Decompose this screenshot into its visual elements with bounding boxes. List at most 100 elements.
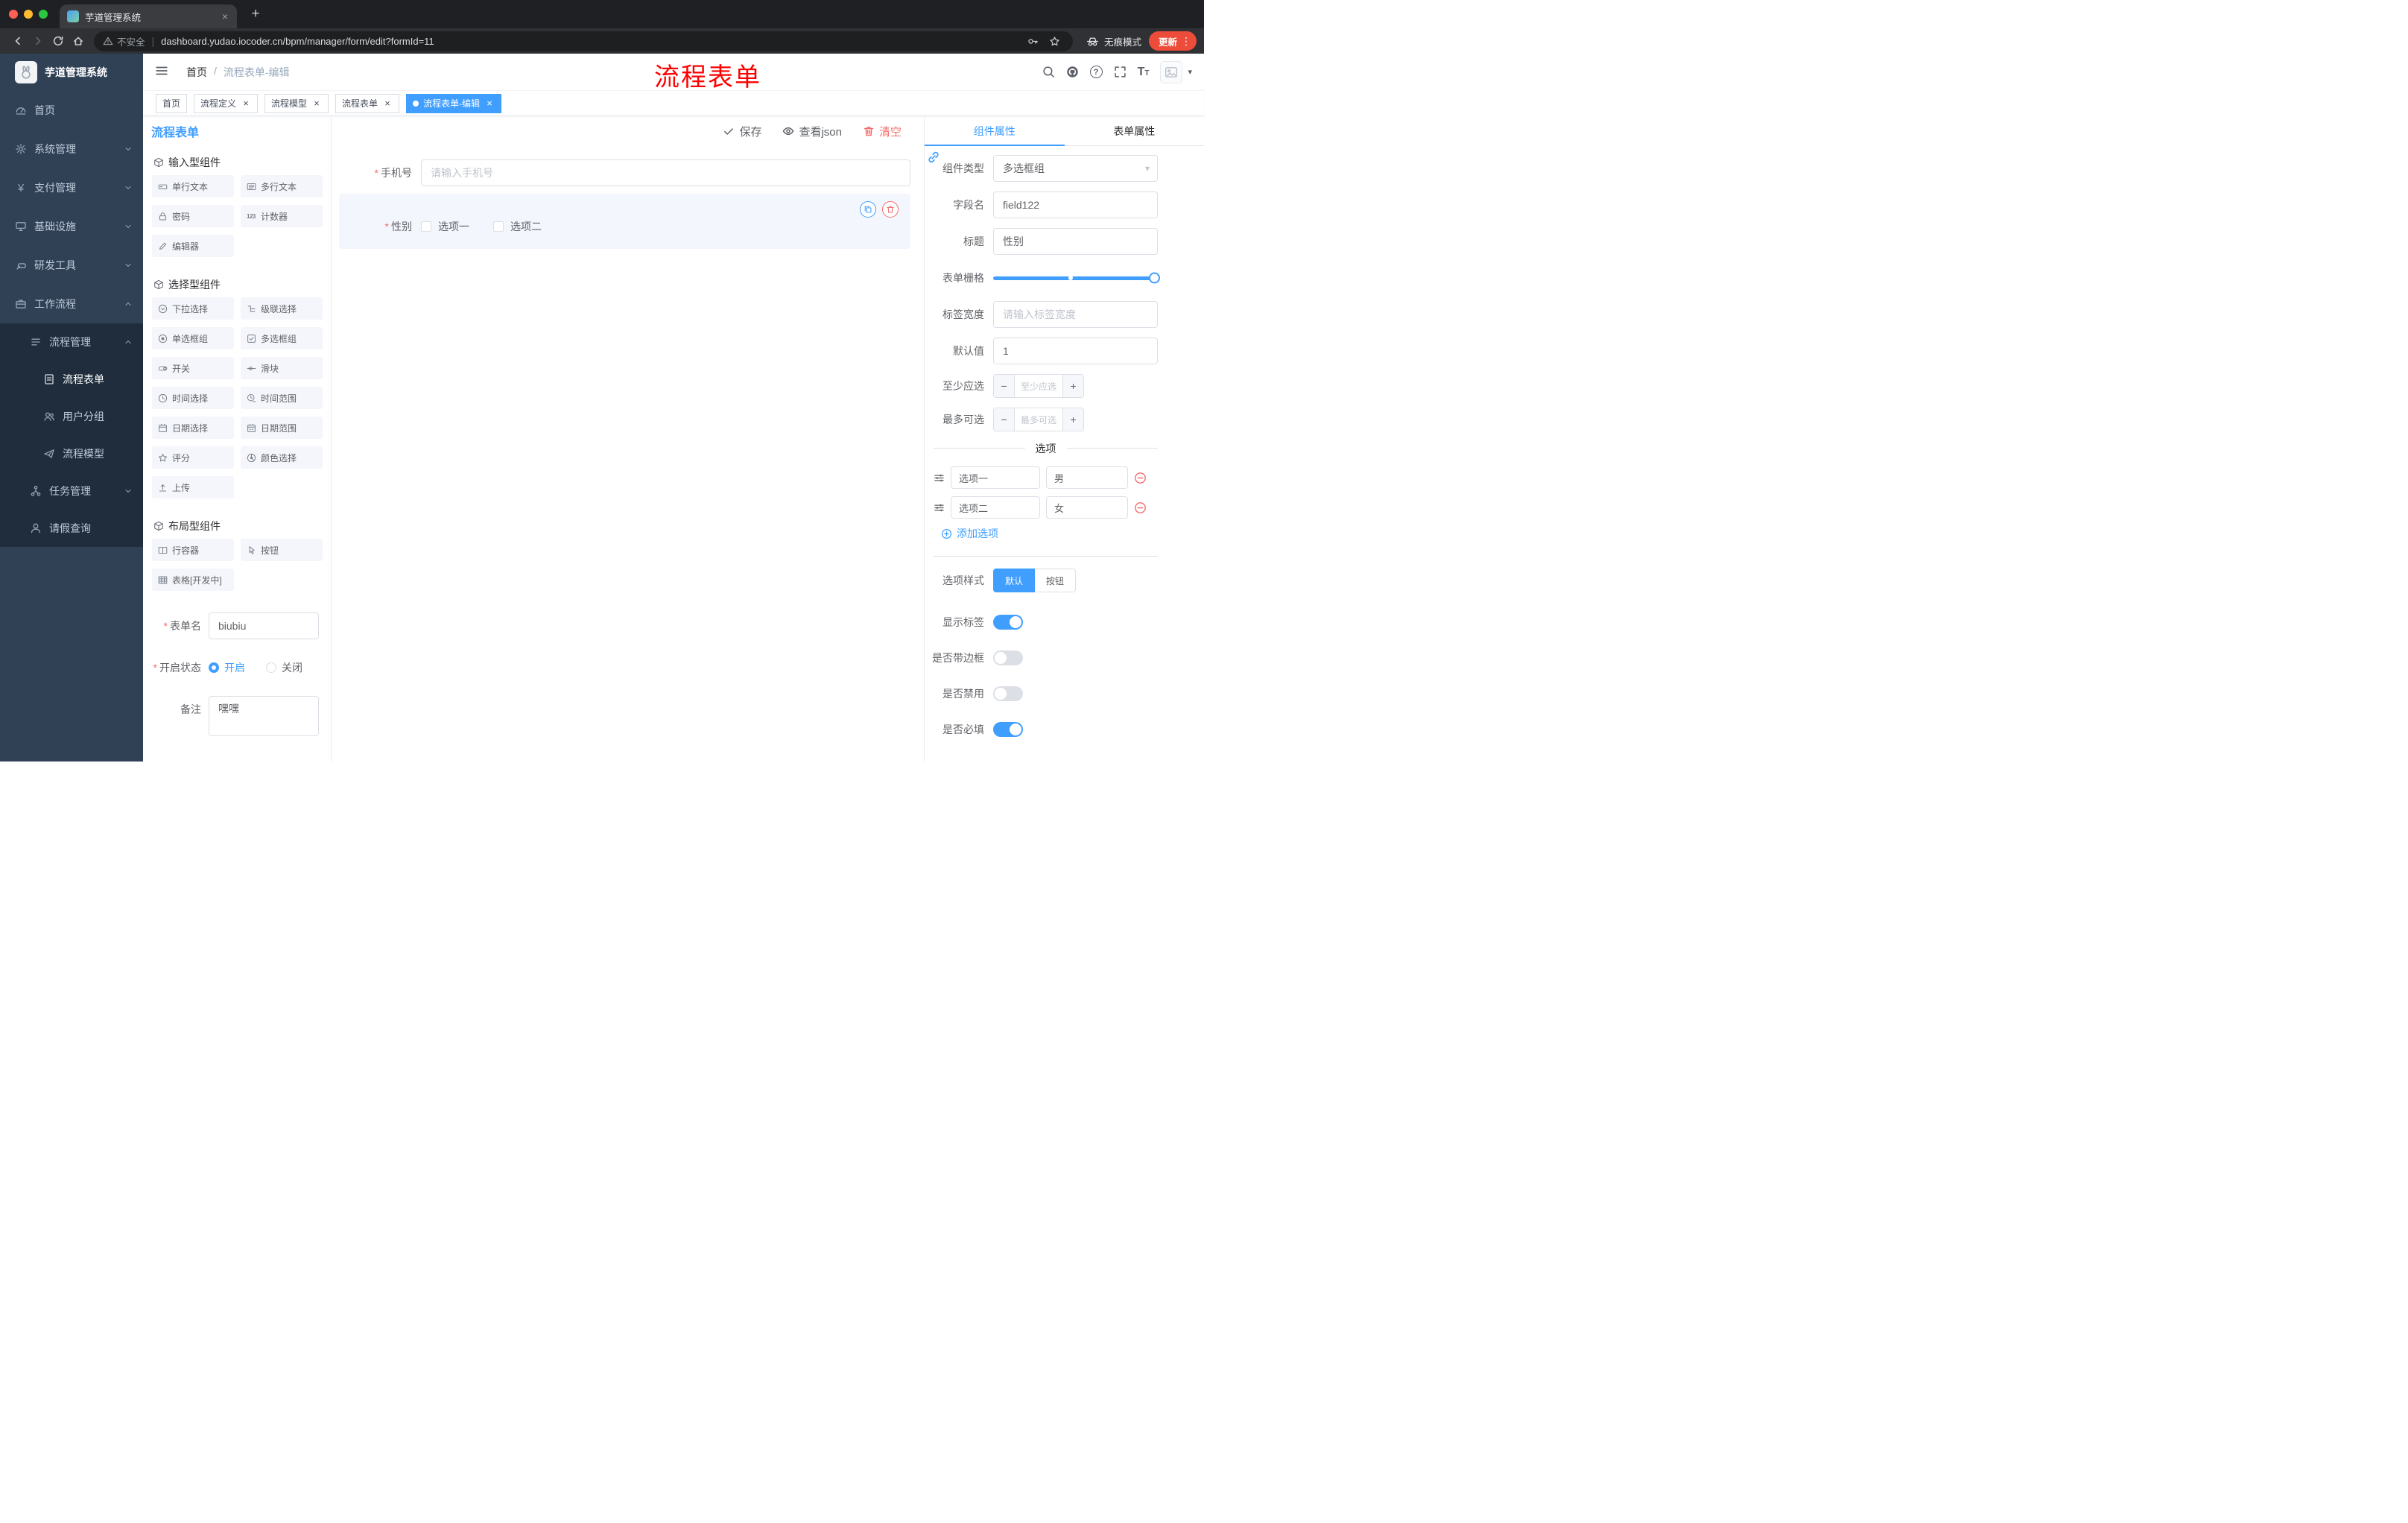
delete-widget-button[interactable] (882, 201, 899, 218)
stepper-plus-button[interactable]: + (1062, 375, 1083, 397)
tag-process-model[interactable]: 流程模型 × (264, 93, 329, 113)
copy-widget-button[interactable] (860, 201, 876, 218)
view-json-button[interactable]: 查看json (782, 124, 842, 139)
tab-form-props[interactable]: 表单属性 (1065, 116, 1205, 145)
close-icon[interactable]: × (311, 98, 322, 109)
tab-component-props[interactable]: 组件属性 (925, 116, 1065, 146)
forward-button[interactable] (28, 31, 48, 51)
palette-item-editor[interactable]: 编辑器 (152, 235, 234, 257)
browser-menu-icon[interactable]: ⋮ (1180, 35, 1192, 48)
option-label-input[interactable] (951, 496, 1040, 519)
remove-option-icon[interactable] (1134, 472, 1147, 484)
palette-item-radio-group[interactable]: 单选框组 (152, 327, 234, 349)
drag-handle-icon[interactable] (934, 472, 945, 484)
style-button-button[interactable]: 按钮 (1035, 569, 1077, 592)
search-icon[interactable] (1042, 66, 1055, 78)
with-border-toggle[interactable] (993, 650, 1023, 665)
sidebar-collapse-button[interactable] (143, 64, 180, 80)
radio-on[interactable]: 开启 (209, 660, 245, 675)
app-logo[interactable]: 芋道管理系统 (0, 54, 143, 91)
reload-button[interactable] (48, 31, 68, 51)
password-key-icon[interactable] (1024, 32, 1042, 50)
sidebar-item-leave-query[interactable]: 请假查询 (0, 510, 143, 547)
stepper-minus-button[interactable]: − (994, 375, 1015, 397)
checkbox-option-2[interactable]: 选项二 (493, 219, 542, 234)
fullscreen-icon[interactable] (1114, 66, 1127, 78)
tab-close-icon[interactable]: × (219, 10, 231, 22)
tag-process-definition[interactable]: 流程定义 × (194, 93, 259, 113)
radio-off[interactable]: 关闭 (266, 660, 302, 675)
close-icon[interactable]: × (241, 98, 251, 109)
option-value-input[interactable] (1046, 466, 1128, 489)
save-button[interactable]: 保存 (723, 124, 761, 139)
palette-item-multi-line-text[interactable]: 多行文本 (241, 175, 323, 197)
palette-item-single-line-text[interactable]: 单行文本 (152, 175, 234, 197)
sidebar-item-system[interactable]: 系统管理 (0, 130, 143, 168)
macos-minimize-button[interactable] (24, 10, 33, 19)
browser-tab[interactable]: 芋道管理系统 × (60, 4, 237, 28)
github-icon[interactable] (1066, 66, 1079, 78)
sidebar-item-task-management[interactable]: 任务管理 (0, 472, 143, 510)
option-value-input[interactable] (1046, 496, 1128, 519)
link-icon[interactable] (927, 151, 940, 166)
min-select-value[interactable]: 至少应选 (1015, 375, 1062, 397)
palette-item-password[interactable]: 密码 (152, 205, 234, 227)
breadcrumb-home[interactable]: 首页 (186, 65, 207, 80)
show-label-toggle[interactable] (993, 615, 1023, 630)
phone-input[interactable] (421, 159, 910, 186)
component-type-select[interactable]: 多选框组 ▾ (993, 155, 1158, 182)
sidebar-item-workflow[interactable]: 工作流程 (0, 285, 143, 323)
home-button[interactable] (68, 31, 88, 51)
close-icon[interactable]: × (382, 98, 393, 109)
macos-zoom-button[interactable] (39, 10, 48, 19)
back-button[interactable] (7, 31, 28, 51)
palette-item-slider[interactable]: 滑块 (241, 357, 323, 379)
remark-textarea[interactable]: 嘿嘿 (209, 696, 319, 736)
required-toggle[interactable] (993, 722, 1023, 737)
palette-item-cascader[interactable]: 级联选择 (241, 297, 323, 320)
widget-gender-selected[interactable]: * 性别 选项一 选项二 (339, 194, 910, 249)
sidebar-item-home[interactable]: 首页 (0, 91, 143, 130)
field-name-input[interactable] (993, 191, 1158, 218)
palette-item-color-picker[interactable]: 颜色选择 (241, 446, 323, 469)
default-value-input[interactable] (993, 338, 1158, 364)
add-option-button[interactable]: 添加选项 (941, 526, 1158, 541)
disabled-toggle[interactable] (993, 686, 1023, 701)
font-size-icon[interactable]: TT (1138, 66, 1150, 79)
title-input[interactable] (993, 228, 1158, 255)
sidebar-item-process-model[interactable]: 流程模型 (0, 435, 143, 472)
address-bar[interactable]: 不安全 | dashboard.yudao.iocoder.cn/bpm/man… (94, 31, 1073, 51)
palette-item-switch[interactable]: 开关 (152, 357, 234, 379)
close-icon[interactable]: × (484, 98, 495, 109)
tag-process-form[interactable]: 流程表单 × (335, 93, 400, 113)
slider-handle[interactable] (1149, 272, 1160, 284)
palette-item-table[interactable]: 表格[开发中] (152, 569, 234, 591)
palette-item-button[interactable]: 按钮 (241, 539, 323, 561)
palette-item-row-container[interactable]: 行容器 (152, 539, 234, 561)
sidebar-item-devtools[interactable]: 研发工具 (0, 246, 143, 285)
help-icon[interactable]: ? (1089, 66, 1103, 78)
stepper-minus-button[interactable]: − (994, 408, 1015, 431)
palette-item-time-range[interactable]: 时间范围 (241, 387, 323, 409)
palette-item-date-range[interactable]: 日期范围 (241, 417, 323, 439)
palette-item-upload[interactable]: 上传 (152, 476, 234, 498)
style-default-button[interactable]: 默认 (993, 569, 1036, 592)
label-width-input[interactable] (993, 301, 1158, 328)
sidebar-item-process-form[interactable]: 流程表单 (0, 361, 143, 398)
palette-item-select[interactable]: 下拉选择 (152, 297, 234, 320)
macos-close-button[interactable] (9, 10, 18, 19)
sidebar-item-user-group[interactable]: 用户分组 (0, 398, 143, 435)
option-label-input[interactable] (951, 466, 1040, 489)
update-button[interactable]: 更新 ⋮ (1148, 31, 1197, 51)
palette-item-date-picker[interactable]: 日期选择 (152, 417, 234, 439)
widget-phone[interactable]: * 手机号 (339, 152, 910, 194)
new-tab-button[interactable]: + (246, 6, 265, 22)
palette-item-counter[interactable]: 123 计数器 (241, 205, 323, 227)
sidebar-item-payment[interactable]: ¥ 支付管理 (0, 168, 143, 207)
tag-process-form-edit[interactable]: 流程表单-编辑 × (406, 93, 502, 113)
drag-handle-icon[interactable] (934, 502, 945, 513)
form-name-input[interactable] (209, 612, 319, 639)
avatar[interactable] (1160, 60, 1183, 83)
tag-home[interactable]: 首页 (156, 93, 188, 113)
grid-slider[interactable] (993, 265, 1160, 291)
